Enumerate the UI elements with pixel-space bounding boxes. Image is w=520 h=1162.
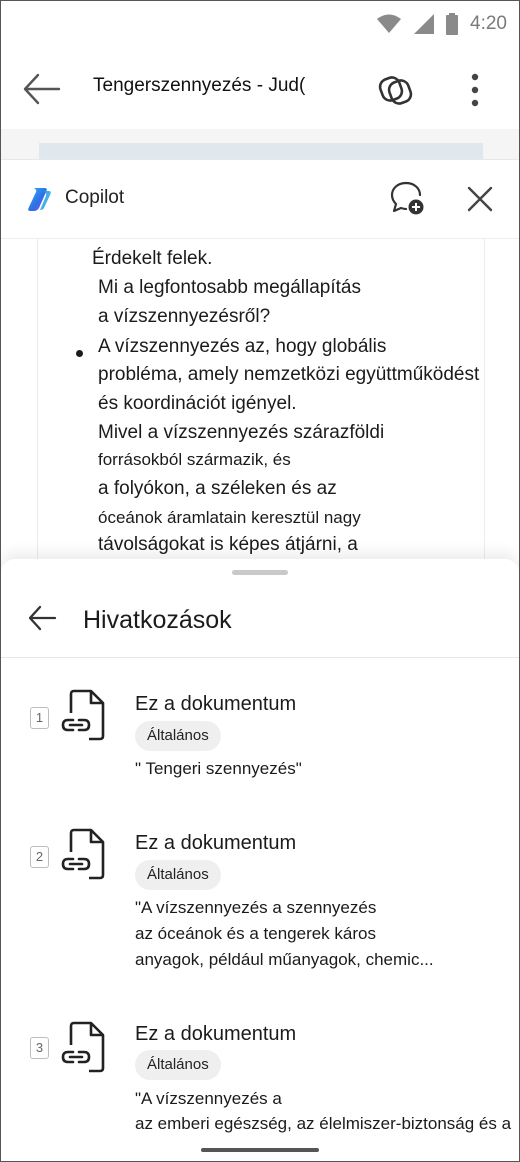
reference-snippet: az óceánok és a tengerek káros	[135, 924, 376, 943]
response-line: forrásokból származik, és	[98, 450, 291, 469]
copilot-panel: Copilot Érdekelt felek. Mi a legfontosab…	[1, 159, 519, 565]
response-line: Mi a legfontosabb megállapítás	[98, 277, 361, 298]
new-chat-icon[interactable]	[389, 180, 425, 216]
reference-number: 3	[30, 1037, 49, 1059]
clock: 4:20	[470, 13, 507, 34]
document-link-icon	[61, 689, 105, 741]
back-arrow-icon[interactable]	[27, 603, 57, 633]
home-indicator[interactable]	[201, 1148, 319, 1152]
signal-icon	[414, 14, 435, 34]
response-line: a vízszennyezésről?	[98, 306, 271, 327]
phone-screen: 4:20 Tengerszennyezés - Jud( Copilot Érd…	[0, 0, 520, 1162]
copilot-title: Copilot	[65, 187, 125, 208]
reference-title: Ez a dokumentum	[135, 832, 297, 854]
loop-icon[interactable]	[375, 69, 417, 111]
status-bar: 4:20	[1, 1, 519, 51]
reference-snippet: az emberi egészség, az élelmiszer-bizton…	[135, 1114, 512, 1133]
wifi-icon	[377, 14, 402, 33]
divider	[1, 657, 519, 658]
copilot-header: Copilot	[1, 160, 519, 239]
sheet-drag-handle[interactable]	[232, 570, 288, 575]
response-line: probléma, amely nemzetközi együttműködés…	[98, 364, 480, 385]
response-line: Mivel a vízszennyezés szárazföldi	[98, 422, 385, 443]
reference-number: 2	[30, 846, 49, 868]
document-link-icon	[61, 1021, 105, 1073]
reference-tag: Általános	[135, 860, 221, 890]
copilot-logo-icon	[28, 188, 51, 211]
response-line: óceánok áramlatain keresztül nagy	[98, 508, 361, 527]
reference-title: Ez a dokumentum	[135, 693, 297, 715]
response-line: és koordinációt igényel.	[98, 393, 297, 414]
document-title: Tengerszennyezés - Jud(	[93, 75, 306, 96]
document-link-icon	[61, 828, 105, 880]
reference-snippet: anyagok, például műanyagok, chemic...	[135, 950, 434, 969]
reference-snippet: "A vízszennyezés a	[135, 1089, 282, 1108]
copilot-response: Érdekelt felek. Mi a legfontosabb megáll…	[37, 228, 485, 565]
back-arrow-icon[interactable]	[21, 71, 61, 107]
response-line: távolságokat is képes átjárni, a	[98, 534, 358, 555]
battery-icon	[446, 13, 459, 35]
references-sheet: Hivatkozások 1 Ez a dokumentum Általános…	[1, 559, 519, 1161]
references-title: Hivatkozások	[83, 606, 232, 634]
reference-title: Ez a dokumentum	[135, 1023, 297, 1045]
close-icon[interactable]	[465, 184, 495, 214]
app-bar: Tengerszennyezés - Jud(	[1, 51, 519, 130]
reference-number: 1	[30, 707, 49, 729]
response-line: a folyókon, a széleken és az	[98, 478, 337, 499]
reference-snippet: " Tengeri szennyezés"	[135, 759, 302, 778]
reference-tag: Általános	[135, 721, 221, 751]
reference-tag: Általános	[135, 1050, 221, 1080]
more-vertical-icon[interactable]	[463, 71, 487, 109]
response-line: A vízszennyezés az, hogy globális	[98, 336, 387, 357]
reference-snippet: "A vízszennyezés a szennyezés	[135, 898, 377, 917]
document-preview[interactable]	[1, 129, 519, 159]
list-bullet	[76, 350, 83, 357]
response-line: Érdekelt felek.	[92, 248, 213, 269]
